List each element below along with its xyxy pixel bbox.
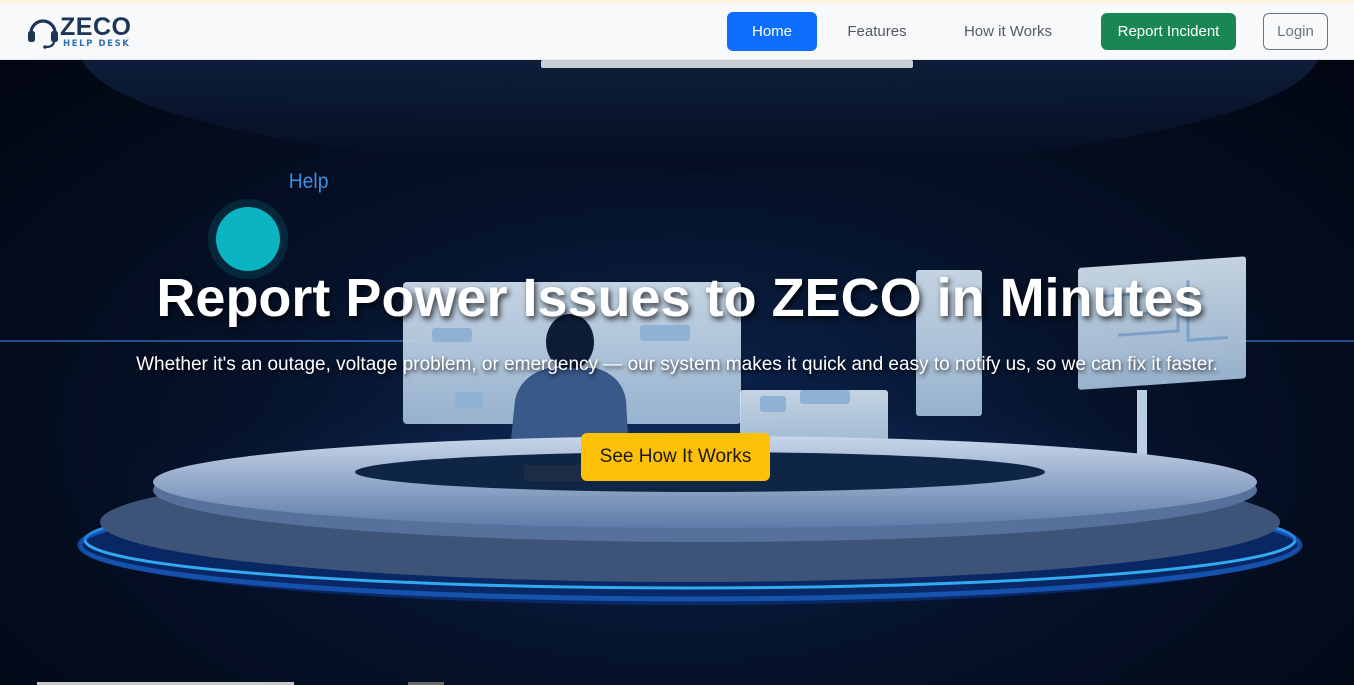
hero-subtitle: Whether it's an outage, voltage problem,… bbox=[136, 354, 1218, 375]
login-button[interactable]: Login bbox=[1263, 13, 1328, 50]
nav-features-link[interactable]: Features bbox=[835, 12, 919, 51]
nav-how-it-works-link[interactable]: How it Works bbox=[947, 12, 1069, 51]
headset-icon bbox=[28, 19, 58, 49]
help-sign-label: Help bbox=[288, 170, 329, 193]
report-incident-button[interactable]: Report Incident bbox=[1101, 13, 1236, 50]
navbar: ZECO HELP DESK Home Features How it Work… bbox=[0, 3, 1354, 60]
hero-title: Report Power Issues to ZECO in Minutes bbox=[156, 268, 1204, 328]
brand-logo[interactable]: ZECO HELP DESK bbox=[26, 12, 136, 52]
brand-subtitle: HELP DESK bbox=[63, 39, 131, 49]
brand-name: ZECO bbox=[60, 13, 132, 41]
see-how-it-works-button[interactable]: See How It Works bbox=[581, 433, 770, 481]
nav-home-button[interactable]: Home bbox=[727, 12, 817, 51]
hero-section: Help Report Power Issues to ZECO in Minu… bbox=[0, 60, 1354, 685]
